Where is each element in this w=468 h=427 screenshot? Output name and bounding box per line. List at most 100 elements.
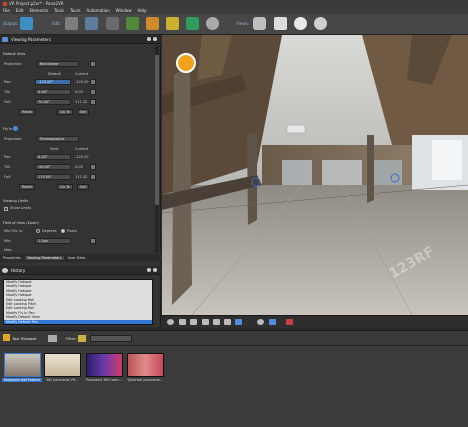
- app-icon: [3, 1, 7, 6]
- history-item-selected[interactable]: Modify Default Pan: [4, 319, 152, 324]
- tab-properties[interactable]: Properties: [3, 256, 21, 260]
- pin-icon[interactable]: [224, 319, 231, 325]
- default-col-header: Default: [48, 72, 61, 76]
- viewing-params-icon[interactable]: [65, 17, 78, 30]
- pixels-radio[interactable]: [61, 229, 65, 233]
- flyin-tilt-field[interactable]: -90.00°: [35, 164, 71, 170]
- flyin-pan-current: -129.20: [75, 155, 89, 159]
- layers-icon[interactable]: [146, 17, 159, 30]
- fov-default-field[interactable]: 70.00°: [35, 99, 71, 105]
- viewing-params-header: Viewing Parameters: [0, 35, 161, 44]
- history-list[interactable]: Modify Hotspot Modify Hotspot Modify Hot…: [3, 279, 153, 325]
- min-fov-field[interactable]: 1.0px: [35, 238, 71, 244]
- grid-icon[interactable]: [190, 319, 197, 325]
- hotspot-marker-icon[interactable]: [176, 53, 196, 73]
- menu-tools[interactable]: Tools: [54, 8, 64, 13]
- info-icon[interactable]: [167, 319, 174, 325]
- pan-default-field[interactable]: -129.20°: [35, 79, 71, 85]
- menu-tours[interactable]: Tours: [70, 8, 80, 13]
- float-panel-icon[interactable]: [147, 37, 151, 41]
- fly-in-section: Fly In: [3, 127, 13, 131]
- default-goto-button[interactable]: Go To: [57, 109, 73, 115]
- menu-edit[interactable]: Edit: [16, 8, 24, 13]
- panorama-thumbnail[interactable]: [44, 353, 81, 377]
- min-label: Min:: [4, 239, 12, 243]
- film-reel-icon[interactable]: [206, 17, 219, 30]
- start-col-header: Start: [50, 147, 59, 151]
- history-close-icon[interactable]: [153, 268, 157, 272]
- record-icon[interactable]: [286, 319, 293, 325]
- flyin-tilt-copy-button[interactable]: [90, 164, 96, 170]
- menu-help[interactable]: Help: [138, 8, 147, 13]
- flyin-set-button[interactable]: Set: [77, 184, 89, 190]
- min-copy-button[interactable]: [90, 238, 96, 244]
- default-reset-button[interactable]: Reset: [19, 109, 35, 115]
- flyin-fov-copy-button[interactable]: [90, 174, 96, 180]
- current-col-header: Current: [75, 72, 89, 76]
- pan-current-value: -129.20: [75, 80, 89, 84]
- history-float-icon[interactable]: [147, 268, 151, 272]
- add-panorama-icon[interactable]: [48, 335, 57, 342]
- tour-browser-icon: [3, 334, 10, 341]
- degrees-radio[interactable]: [36, 229, 40, 233]
- panorama-thumbnail[interactable]: [86, 353, 123, 377]
- help-icon[interactable]: [13, 126, 18, 131]
- panorama-thumbnail[interactable]: [4, 353, 41, 377]
- target-icon[interactable]: [257, 319, 264, 325]
- fov-copy-button[interactable]: [90, 99, 96, 105]
- flyin-current-col-header: Current: [75, 147, 89, 151]
- window-title: VR Project.p2vr* - Pano2VR: [9, 1, 64, 6]
- pan-copy-button[interactable]: [90, 79, 96, 85]
- eye-icon[interactable]: [314, 17, 327, 30]
- filter-icon[interactable]: [78, 335, 86, 342]
- maps-icon[interactable]: [186, 17, 199, 30]
- close-panel-icon[interactable]: [153, 37, 157, 41]
- panorama-thumbnail[interactable]: [127, 353, 164, 377]
- flyin-goto-button[interactable]: Go To: [57, 184, 73, 190]
- panel-scrollbar[interactable]: [155, 45, 159, 253]
- tilt-label: Tilt:: [4, 90, 11, 94]
- default-set-button[interactable]: Set: [77, 109, 89, 115]
- views-label: Views:: [236, 21, 249, 26]
- menu-file[interactable]: File: [3, 8, 10, 13]
- hotspot-icon[interactable]: [85, 17, 98, 30]
- tab-user-data[interactable]: User Data: [68, 256, 85, 260]
- tour-icon[interactable]: [126, 17, 139, 30]
- flyin-pan-field[interactable]: 0.00°: [35, 154, 71, 160]
- filter-input[interactable]: [90, 335, 132, 342]
- tab-viewing-parameters[interactable]: Viewing Parameters: [24, 256, 64, 260]
- projection-select[interactable]: Rectilinear: [37, 61, 79, 67]
- image-icon[interactable]: [106, 17, 119, 30]
- flyin-reset-button[interactable]: Reset: [19, 184, 35, 190]
- flyin-fov-field[interactable]: 170.00°: [35, 174, 71, 180]
- add-hotspot-icon[interactable]: [179, 319, 186, 325]
- fov-zoom-section: Field of View (Zoom): [3, 221, 39, 225]
- thumbnail-caption: 360 panorama VR...: [46, 378, 78, 382]
- notes-icon[interactable]: [274, 17, 287, 30]
- tilt-default-field[interactable]: 0.00°: [35, 89, 71, 95]
- menu-elements[interactable]: Elements: [29, 8, 48, 13]
- tilt-copy-button[interactable]: [90, 89, 96, 95]
- tilt-current-value: 0.00: [75, 90, 83, 94]
- patch-icon[interactable]: [166, 17, 179, 30]
- output-icon[interactable]: [20, 17, 33, 30]
- binoculars-icon[interactable]: [253, 17, 266, 30]
- panel-tabs: Properties Viewing Parameters User Data: [0, 254, 161, 262]
- output-label: Output:: [3, 21, 19, 26]
- flag-icon[interactable]: [235, 319, 242, 325]
- clock-icon[interactable]: [294, 17, 307, 30]
- projection-options-button[interactable]: [90, 61, 96, 67]
- viewing-params-icon: [2, 36, 8, 42]
- menu-automation[interactable]: Automation: [86, 8, 109, 13]
- show-limits-label: Show Limits: [10, 206, 32, 210]
- frame-icon[interactable]: [269, 319, 276, 325]
- projection-label: Projection:: [4, 62, 23, 66]
- align-icon[interactable]: [202, 319, 209, 325]
- flyin-projection-select[interactable]: Stereographic: [37, 136, 79, 142]
- pan-label: Pan:: [4, 80, 12, 84]
- flyin-fov-current: 111.32: [75, 175, 88, 179]
- panorama-viewer[interactable]: 123RF: [162, 35, 468, 315]
- show-limits-checkbox[interactable]: [4, 207, 8, 211]
- menu-window[interactable]: Window: [116, 8, 132, 13]
- level-icon[interactable]: [213, 319, 220, 325]
